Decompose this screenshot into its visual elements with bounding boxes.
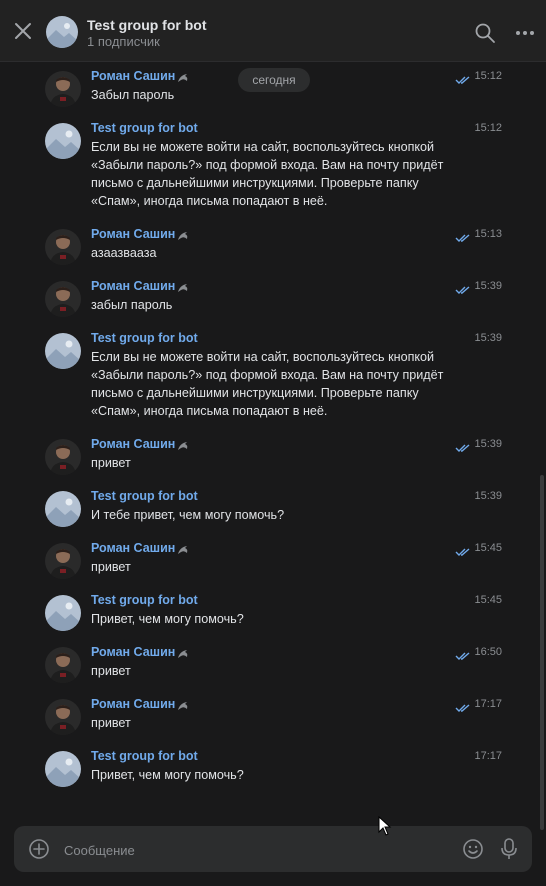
search-icon[interactable] xyxy=(474,22,496,44)
message-author[interactable]: Роман Сашин xyxy=(91,645,175,659)
microphone-icon[interactable] xyxy=(498,837,520,861)
message-author[interactable]: Роман Сашин xyxy=(91,69,175,83)
message-input[interactable] xyxy=(62,837,456,863)
user-avatar[interactable] xyxy=(45,647,81,683)
group-avatar[interactable] xyxy=(46,16,78,48)
message-author[interactable]: Роман Сашин xyxy=(91,437,175,451)
user-badge-icon xyxy=(177,71,189,83)
read-checkmarks-icon xyxy=(455,648,471,660)
message-text: Если вы не можете войти на сайт, восполь… xyxy=(91,140,444,208)
message-text: забыл пароль xyxy=(91,298,173,312)
read-checkmarks-icon xyxy=(455,282,471,294)
message-text: Если вы не можете войти на сайт, восполь… xyxy=(91,350,444,418)
message-author[interactable]: Test group for bot xyxy=(91,749,198,763)
message-time: 15:12 xyxy=(474,70,502,82)
message-time: 17:17 xyxy=(474,750,502,762)
smile-icon[interactable] xyxy=(462,838,484,860)
user-avatar[interactable] xyxy=(45,699,81,735)
user-badge-icon xyxy=(177,699,189,711)
user-badge-icon xyxy=(177,647,189,659)
message-time: 17:17 xyxy=(474,698,502,710)
message-time: 15:39 xyxy=(474,438,502,450)
mouse-cursor-icon xyxy=(378,815,392,836)
plus-circle-icon[interactable] xyxy=(28,838,50,860)
read-checkmarks-icon xyxy=(455,230,471,242)
message-author[interactable]: Test group for bot xyxy=(91,121,198,135)
message-composer xyxy=(14,826,532,872)
bot-avatar[interactable] xyxy=(45,333,81,369)
close-icon[interactable] xyxy=(12,20,34,42)
user-badge-icon xyxy=(177,543,189,555)
read-checkmarks-icon xyxy=(455,72,471,84)
message-time: 16:50 xyxy=(474,646,502,658)
bot-avatar[interactable] xyxy=(45,595,81,631)
message-author[interactable]: Роман Сашин xyxy=(91,541,175,555)
date-separator: сегодня xyxy=(238,68,310,92)
message-text: привет xyxy=(91,456,131,470)
more-icon[interactable] xyxy=(514,22,536,44)
message-text: И тебе привет, чем могу помочь? xyxy=(91,508,285,522)
message-author[interactable]: Роман Сашин xyxy=(91,697,175,711)
message-text: Привет, чем могу помочь? xyxy=(91,612,244,626)
user-avatar[interactable] xyxy=(45,229,81,265)
user-avatar[interactable] xyxy=(45,543,81,579)
message-time: 15:12 xyxy=(474,122,502,134)
message-author[interactable]: Роман Сашин xyxy=(91,279,175,293)
message-text: азаазвааза xyxy=(91,246,157,260)
message-time: 15:13 xyxy=(474,228,502,240)
chat-title[interactable]: Test group for bot xyxy=(87,17,207,33)
message-text: привет xyxy=(91,560,131,574)
user-badge-icon xyxy=(177,229,189,241)
message-time: 15:39 xyxy=(474,490,502,502)
message-author[interactable]: Test group for bot xyxy=(91,593,198,607)
message-list[interactable]: Роман Сашин 15:12 Забыл пароль Test group f… xyxy=(0,62,546,822)
user-avatar[interactable] xyxy=(45,281,81,317)
message-author[interactable]: Test group for bot xyxy=(91,489,198,503)
message-time: 15:45 xyxy=(474,594,502,606)
bot-avatar[interactable] xyxy=(45,751,81,787)
message-time: 15:39 xyxy=(474,332,502,344)
message-author[interactable]: Test group for bot xyxy=(91,331,198,345)
read-checkmarks-icon xyxy=(455,700,471,712)
user-avatar[interactable] xyxy=(45,71,81,107)
bot-avatar[interactable] xyxy=(45,491,81,527)
chat-header: Test group for bot 1 подписчик xyxy=(0,0,546,62)
message-author[interactable]: Роман Сашин xyxy=(91,227,175,241)
read-checkmarks-icon xyxy=(455,440,471,452)
chat-subtitle: 1 подписчик xyxy=(87,34,160,49)
user-avatar[interactable] xyxy=(45,439,81,475)
scrollbar[interactable] xyxy=(540,475,544,830)
user-badge-icon xyxy=(177,281,189,293)
bot-avatar[interactable] xyxy=(45,123,81,159)
message-time: 15:39 xyxy=(474,280,502,292)
message-text: Привет, чем могу помочь? xyxy=(91,768,244,782)
user-badge-icon xyxy=(177,439,189,451)
message-time: 15:45 xyxy=(474,542,502,554)
read-checkmarks-icon xyxy=(455,544,471,556)
message-text: привет xyxy=(91,664,131,678)
message-text: привет xyxy=(91,716,131,730)
